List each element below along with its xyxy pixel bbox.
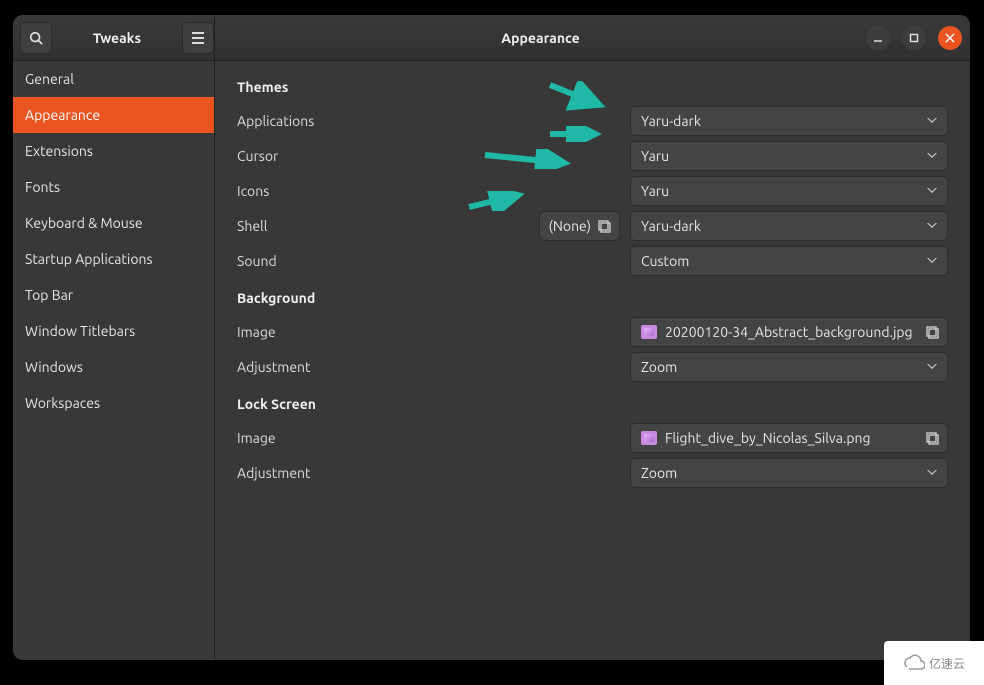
- row-cursor: Cursor Yaru: [237, 138, 948, 173]
- sidebar-item-startup-applications[interactable]: Startup Applications: [13, 241, 214, 277]
- close-button[interactable]: [938, 26, 962, 50]
- image-file-icon: [641, 431, 657, 445]
- shell-none-label: (None): [548, 218, 591, 234]
- label-bg-adjustment: Adjustment: [237, 359, 497, 375]
- row-shell: Shell (None) Yaru-dark: [237, 208, 948, 243]
- sidebar-item-label: Windows: [25, 359, 83, 375]
- menu-button[interactable]: [182, 22, 214, 54]
- close-icon: [945, 33, 955, 43]
- combo-shell[interactable]: Yaru-dark: [630, 211, 948, 241]
- hamburger-icon: [191, 32, 205, 44]
- combo-value: Custom: [641, 253, 689, 269]
- label-bg-image: Image: [237, 324, 497, 340]
- sidebar-item-label: Startup Applications: [25, 251, 153, 267]
- chevron-down-icon: [927, 188, 937, 194]
- sidebar-item-label: Window Titlebars: [25, 323, 135, 339]
- label-shell: Shell: [237, 218, 497, 234]
- watermark-logo-icon: [903, 654, 925, 672]
- chevron-down-icon: [927, 258, 937, 264]
- chevron-down-icon: [927, 364, 937, 370]
- row-applications: Applications Yaru-dark: [237, 103, 948, 138]
- row-icons: Icons Yaru: [237, 173, 948, 208]
- sidebar-item-label: Keyboard & Mouse: [25, 215, 143, 231]
- search-button[interactable]: [20, 22, 52, 54]
- combo-applications[interactable]: Yaru-dark: [630, 106, 948, 136]
- chevron-down-icon: [927, 470, 937, 476]
- file-bg-image[interactable]: 20200120-34_Abstract_background.jpg: [630, 317, 948, 347]
- label-applications: Applications: [237, 113, 497, 129]
- maximize-button[interactable]: [902, 26, 926, 50]
- combo-bg-adjustment[interactable]: Zoom: [630, 352, 948, 382]
- watermark-text: 亿速云: [929, 655, 965, 672]
- sidebar-item-window-titlebars[interactable]: Window Titlebars: [13, 313, 214, 349]
- chevron-down-icon: [927, 223, 937, 229]
- file-browse-icon: [925, 431, 939, 445]
- main-panel: Themes Applications Yaru-dark Cursor Yar…: [215, 61, 970, 660]
- page-title: Appearance: [215, 30, 866, 46]
- sidebar-item-appearance[interactable]: Appearance: [13, 97, 214, 133]
- sidebar-item-label: General: [25, 71, 74, 87]
- app-title: Tweaks: [58, 30, 176, 46]
- row-bg-adjustment: Adjustment Zoom: [237, 349, 948, 384]
- combo-value: Yaru: [641, 148, 669, 164]
- sidebar-item-general[interactable]: General: [13, 61, 214, 97]
- app-window: Tweaks Appearance General Appearance Ext…: [13, 15, 970, 660]
- file-ls-image[interactable]: Flight_dive_by_Nicolas_Silva.png: [630, 423, 948, 453]
- sidebar-item-keyboard-mouse[interactable]: Keyboard & Mouse: [13, 205, 214, 241]
- label-cursor: Cursor: [237, 148, 497, 164]
- combo-value: Yaru-dark: [641, 113, 701, 129]
- chevron-down-icon: [927, 153, 937, 159]
- row-ls-image: Image Flight_dive_by_Nicolas_Silva.png: [237, 420, 948, 455]
- shell-none-button[interactable]: (None): [539, 211, 620, 241]
- combo-sound[interactable]: Custom: [630, 246, 948, 276]
- combo-value: Zoom: [641, 359, 677, 375]
- combo-value: Yaru-dark: [641, 218, 701, 234]
- file-browse-icon: [925, 325, 939, 339]
- combo-icons[interactable]: Yaru: [630, 176, 948, 206]
- chevron-down-icon: [927, 118, 937, 124]
- sidebar: General Appearance Extensions Fonts Keyb…: [13, 61, 215, 660]
- sidebar-item-extensions[interactable]: Extensions: [13, 133, 214, 169]
- row-bg-image: Image 20200120-34_Abstract_background.jp…: [237, 314, 948, 349]
- minimize-icon: [873, 33, 883, 43]
- sidebar-item-top-bar[interactable]: Top Bar: [13, 277, 214, 313]
- sidebar-item-label: Workspaces: [25, 395, 100, 411]
- label-icons: Icons: [237, 183, 497, 199]
- maximize-icon: [909, 33, 919, 43]
- sidebar-item-windows[interactable]: Windows: [13, 349, 214, 385]
- sidebar-item-label: Fonts: [25, 179, 60, 195]
- label-ls-image: Image: [237, 430, 497, 446]
- themes-section-title: Themes: [237, 79, 948, 95]
- combo-value: Yaru: [641, 183, 669, 199]
- sidebar-item-label: Extensions: [25, 143, 93, 159]
- combo-cursor[interactable]: Yaru: [630, 141, 948, 171]
- header-bar: Tweaks Appearance: [13, 15, 970, 61]
- image-file-icon: [641, 325, 657, 339]
- sidebar-item-label: Appearance: [25, 107, 100, 123]
- search-icon: [29, 31, 43, 45]
- lockscreen-section-title: Lock Screen: [237, 396, 948, 412]
- file-value: Flight_dive_by_Nicolas_Silva.png: [665, 430, 871, 446]
- window-controls: [866, 26, 970, 50]
- file-value: 20200120-34_Abstract_background.jpg: [665, 324, 913, 340]
- label-sound: Sound: [237, 253, 497, 269]
- combo-ls-adjustment[interactable]: Zoom: [630, 458, 948, 488]
- background-section-title: Background: [237, 290, 948, 306]
- watermark: 亿速云: [884, 641, 984, 685]
- sidebar-item-label: Top Bar: [25, 287, 73, 303]
- header-left: Tweaks: [13, 15, 215, 60]
- sidebar-item-fonts[interactable]: Fonts: [13, 169, 214, 205]
- content-area: General Appearance Extensions Fonts Keyb…: [13, 61, 970, 660]
- file-browse-icon: [597, 219, 611, 233]
- row-sound: Sound Custom: [237, 243, 948, 278]
- row-ls-adjustment: Adjustment Zoom: [237, 455, 948, 490]
- combo-value: Zoom: [641, 465, 677, 481]
- label-ls-adjustment: Adjustment: [237, 465, 497, 481]
- sidebar-item-workspaces[interactable]: Workspaces: [13, 385, 214, 421]
- minimize-button[interactable]: [866, 26, 890, 50]
